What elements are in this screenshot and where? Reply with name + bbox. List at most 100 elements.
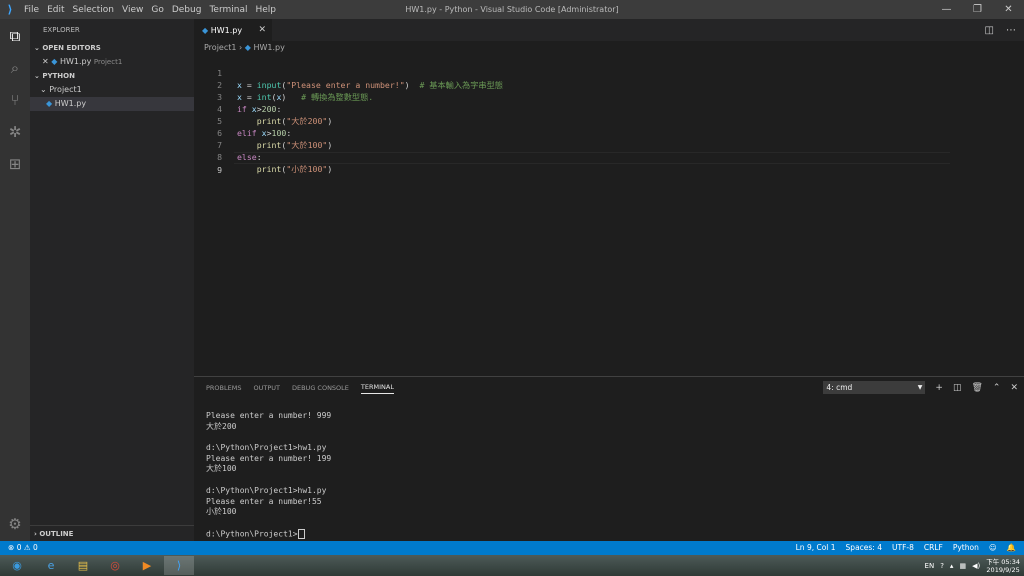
minimize-icon[interactable]: — [931, 0, 962, 19]
ie-browser-icon[interactable]: e [36, 556, 66, 575]
terminal-output[interactable]: Please enter a number! 999 大於200 d:\Pyth… [206, 411, 331, 539]
python-file-icon: ◆ [51, 57, 58, 66]
source-control-icon[interactable]: ⑂ [6, 91, 24, 109]
menu-edit[interactable]: Edit [43, 5, 68, 15]
split-terminal-icon[interactable]: ◫ [953, 383, 962, 393]
menu-bar: File Edit Selection View Go Debug Termin… [20, 5, 280, 15]
close-icon[interactable]: ✕ [993, 0, 1024, 19]
open-editor-folder: Project1 [93, 58, 123, 66]
warning-count: 0 [32, 543, 38, 552]
vscode-taskbar-icon[interactable]: ⟩ [164, 556, 194, 575]
close-tab-icon[interactable]: ✕ [258, 25, 266, 35]
current-line-highlight [234, 152, 950, 164]
menu-go[interactable]: Go [147, 5, 167, 15]
new-terminal-icon[interactable]: + [935, 383, 943, 393]
extensions-icon[interactable]: ⊞ [6, 155, 24, 173]
code-line: 5 elif x>100: [194, 103, 291, 138]
clock[interactable]: 下午 05:34 2019/9/25 [986, 558, 1020, 574]
tab-hw1[interactable]: ◆ HW1.py ✕ [194, 19, 272, 41]
close-panel-icon[interactable]: ✕ [1010, 383, 1018, 393]
search-icon[interactable]: ⌕ [6, 59, 24, 77]
terminal-prompt-line: d:\Python\Project1> [206, 528, 331, 540]
encoding[interactable]: UTF-8 [892, 541, 914, 555]
notifications-bell-icon[interactable]: 🔔 [1007, 541, 1016, 555]
folder-item-project1[interactable]: ⌄ Project1 [30, 83, 194, 97]
tab-problems[interactable]: PROBLEMS [206, 384, 241, 392]
code-line: 3 if x>200: [194, 79, 281, 114]
status-bar: ⊗ 0 ⚠ 0 Ln 9, Col 1 Spaces: 4 UTF-8 CRLF… [0, 541, 1024, 555]
language-indicator[interactable]: EN [925, 562, 935, 570]
clock-date: 2019/9/25 [986, 565, 1020, 574]
tab-debug-console[interactable]: DEBUG CONSOLE [292, 384, 349, 392]
code-editor[interactable]: 1 x = input("Please enter a number!") # … [194, 54, 1024, 376]
terminal-line: d:\Python\Project1>hw1.py [206, 485, 327, 495]
volume-icon[interactable]: ◀) [972, 562, 980, 570]
sidebar-title: EXPLORER [43, 26, 80, 34]
folder-label: Project1 [49, 85, 82, 94]
open-editor-item[interactable]: ✕ ◆ HW1.py Project1 [30, 55, 194, 69]
editor-actions: ◫ ⋯ [985, 19, 1016, 41]
menu-help[interactable]: Help [251, 5, 280, 15]
code-line: 1 x = input("Please enter a number!") # … [194, 55, 503, 90]
editor-tabs: ◆ HW1.py ✕ ◫ ⋯ [194, 19, 1024, 41]
code-line: 8 print("小於100") [194, 139, 332, 174]
open-editors-section[interactable]: ⌄ OPEN EDITORS [30, 41, 194, 55]
menu-view[interactable]: View [118, 5, 147, 15]
menu-terminal[interactable]: Terminal [205, 5, 251, 15]
tab-label: HW1.py [210, 25, 243, 35]
terminal-line: Please enter a number! 199 [206, 453, 332, 463]
open-editor-filename: HW1.py [59, 57, 92, 66]
media-player-icon[interactable]: ▶ [132, 556, 162, 575]
settings-gear-icon[interactable]: ⚙ [6, 515, 24, 533]
terminal-select[interactable]: 4: cmd ▼ [823, 381, 926, 394]
start-button-icon[interactable]: ◉ [2, 556, 32, 575]
chrome-icon[interactable]: ◎ [100, 556, 130, 575]
code-line: 4 print("大於200") [194, 91, 332, 126]
python-file-icon: ◆ [244, 43, 251, 52]
error-icon: ⊗ [8, 543, 15, 552]
file-item-hw1[interactable]: ◆ HW1.py [30, 97, 194, 111]
window-controls: — ❐ ✕ [931, 0, 1024, 19]
more-actions-icon[interactable]: ⋯ [1006, 25, 1016, 36]
terminal-line: d:\Python\Project1>hw1.py [206, 443, 327, 453]
outline-section[interactable]: › OUTLINE [30, 525, 194, 541]
terminal-line: 大於200 [206, 421, 237, 431]
tray-arrow-icon[interactable]: ▴ [950, 562, 954, 570]
menu-selection[interactable]: Selection [69, 5, 118, 15]
explorer-sidebar: EXPLORER ⌄ OPEN EDITORS ✕ ◆ HW1.py Proje… [30, 19, 194, 541]
terminal-cursor [297, 528, 305, 539]
workspace-section[interactable]: ⌄ PYTHON [30, 69, 194, 83]
problems-status[interactable]: ⊗ 0 ⚠ 0 [8, 541, 38, 555]
file-label: HW1.py [54, 99, 87, 108]
breadcrumb-file[interactable]: HW1.py [253, 43, 284, 52]
terminal-line: 大於100 [206, 464, 237, 474]
tab-output[interactable]: OUTPUT [253, 384, 280, 392]
maximize-panel-icon[interactable]: ⌃ [993, 383, 1001, 393]
file-explorer-icon[interactable]: ▤ [68, 556, 98, 575]
title-bar: ⟩ File Edit Selection View Go Debug Term… [0, 0, 1024, 19]
close-icon[interactable]: ✕ [42, 57, 49, 66]
trash-icon[interactable]: 🗑 [971, 383, 982, 393]
indentation[interactable]: Spaces: 4 [846, 541, 882, 555]
split-editor-icon[interactable]: ◫ [985, 25, 994, 36]
outline-label: OUTLINE [39, 530, 74, 538]
tab-terminal[interactable]: TERMINAL [360, 383, 394, 394]
breadcrumb-folder[interactable]: Project1 [204, 43, 236, 52]
help-icon[interactable]: ? [940, 562, 944, 570]
clock-time: 下午 05:34 [986, 557, 1020, 566]
explorer-icon[interactable]: ⧉ [6, 27, 24, 45]
debug-icon[interactable]: ✲ [6, 123, 24, 141]
terminal-line: Please enter a number!55 [206, 496, 322, 506]
restore-icon[interactable]: ❐ [962, 0, 993, 19]
language-mode[interactable]: Python [953, 541, 979, 555]
network-icon[interactable]: ▦ [959, 562, 966, 570]
panel-toolbar: 4: cmd ▼ + ◫ 🗑 ⌃ ✕ [823, 381, 1018, 394]
status-right: Ln 9, Col 1 Spaces: 4 UTF-8 CRLF Python … [796, 541, 1016, 555]
menu-debug[interactable]: Debug [168, 5, 206, 15]
end-of-line[interactable]: CRLF [924, 541, 943, 555]
feedback-smiley-icon[interactable]: ☺ [989, 541, 997, 555]
menu-file[interactable]: File [20, 5, 43, 15]
python-file-icon: ◆ [202, 25, 211, 35]
cursor-position[interactable]: Ln 9, Col 1 [796, 541, 836, 555]
terminal-line: Please enter a number! 999 [206, 411, 332, 420]
